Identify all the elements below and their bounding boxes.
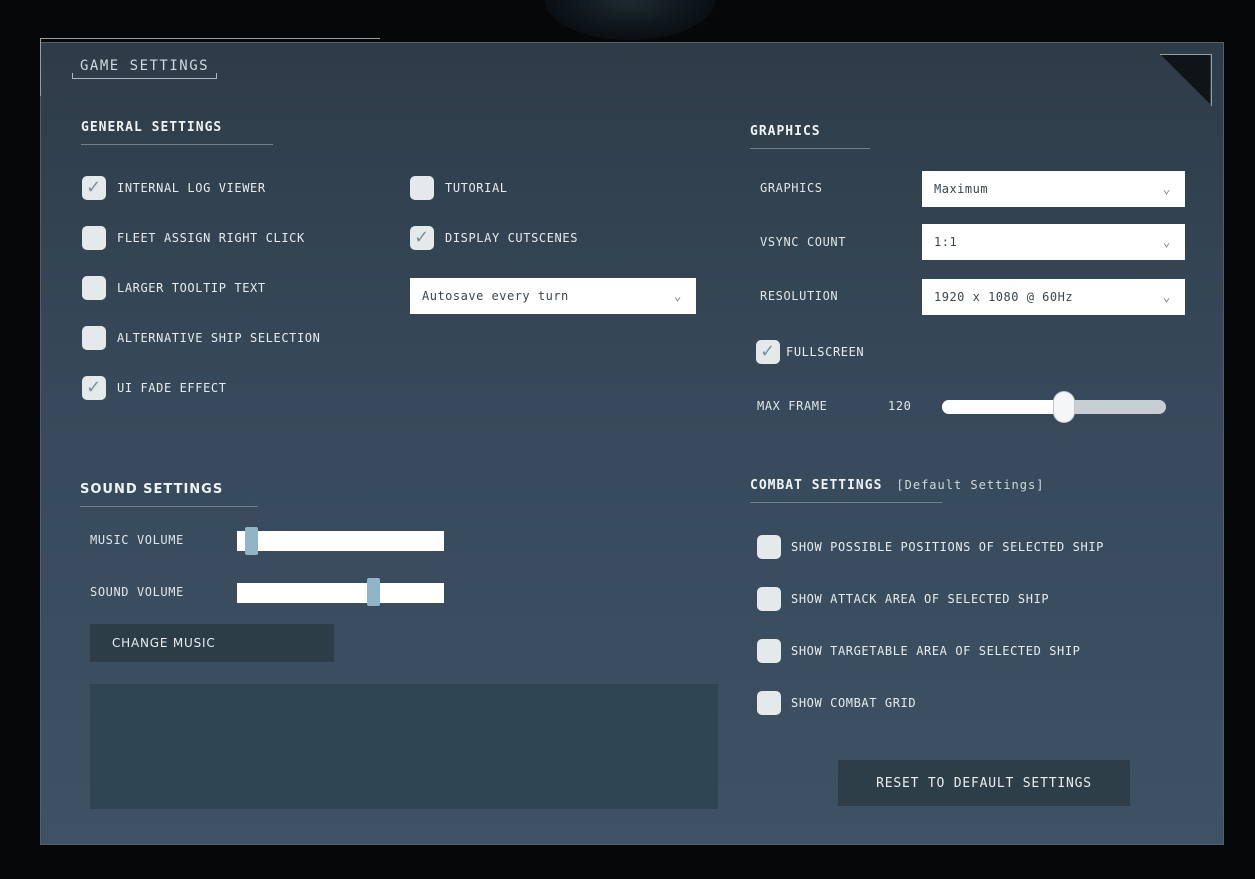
checkbox-empty-icon bbox=[82, 326, 106, 350]
checkbox-show-attack-area[interactable]: SHOW ATTACK AREA OF SELECTED SHIP bbox=[757, 587, 1049, 611]
chevron-down-icon: ⌄ bbox=[1162, 289, 1171, 305]
sound-volume-label: SOUND VOLUME bbox=[90, 585, 184, 599]
max-frame-handle[interactable] bbox=[1054, 392, 1075, 422]
checkbox-empty-icon bbox=[82, 226, 106, 250]
vsync-count-label: VSYNC COUNT bbox=[760, 235, 847, 249]
combat-settings-subtitle: [Default Settings] bbox=[896, 478, 1045, 492]
chevron-down-icon: ⌄ bbox=[673, 288, 682, 304]
combat-settings-heading: COMBAT SETTINGS [Default Settings] bbox=[750, 478, 1044, 503]
checkbox-label: SHOW POSSIBLE POSITIONS OF SELECTED SHIP bbox=[791, 540, 1104, 554]
vsync-count-value: 1:1 bbox=[934, 235, 958, 249]
checkbox-label: FLEET ASSIGN RIGHT CLICK bbox=[117, 231, 305, 245]
sound-volume-slider[interactable] bbox=[237, 583, 444, 603]
general-settings-title: GENERAL SETTINGS bbox=[81, 120, 223, 135]
music-volume-handle[interactable] bbox=[244, 527, 258, 555]
checkbox-label: TUTORIAL bbox=[445, 181, 508, 195]
checkbox-empty-icon bbox=[757, 587, 781, 611]
section-rule bbox=[750, 502, 942, 503]
checkbox-label: INTERNAL LOG VIEWER bbox=[117, 181, 266, 195]
checkbox-larger-tooltip-text[interactable]: LARGER TOOLTIP TEXT bbox=[82, 276, 266, 300]
corner-frame bbox=[1160, 54, 1212, 106]
checkbox-label: SHOW ATTACK AREA OF SELECTED SHIP bbox=[791, 592, 1050, 606]
checkbox-display-cutscenes[interactable]: ✓ DISPLAY CUTSCENES bbox=[410, 226, 578, 250]
checkbox-empty-icon bbox=[757, 639, 781, 663]
checkbox-empty-icon bbox=[757, 535, 781, 559]
sound-volume-handle[interactable] bbox=[366, 578, 380, 606]
resolution-label: RESOLUTION bbox=[760, 289, 839, 303]
checkbox-empty-icon bbox=[757, 691, 781, 715]
section-rule bbox=[81, 144, 273, 145]
general-settings-heading: GENERAL SETTINGS bbox=[81, 120, 273, 145]
resolution-dropdown[interactable]: 1920 x 1080 @ 60Hz ⌄ bbox=[922, 279, 1185, 315]
checkbox-label: FULLSCREEN bbox=[786, 345, 865, 359]
graphics-quality-label: GRAPHICS bbox=[760, 181, 823, 195]
section-rule bbox=[80, 506, 258, 507]
music-volume-slider[interactable] bbox=[237, 531, 444, 551]
checkmark-icon: ✓ bbox=[410, 226, 434, 250]
autosave-value: Autosave every turn bbox=[422, 289, 569, 303]
combat-settings-title: COMBAT SETTINGS bbox=[750, 478, 883, 493]
window-title: GAME SETTINGS bbox=[72, 58, 218, 79]
graphics-quality-dropdown[interactable]: Maximum ⌄ bbox=[922, 171, 1185, 207]
graphics-title: GRAPHICS bbox=[750, 124, 821, 139]
autosave-dropdown[interactable]: Autosave every turn ⌄ bbox=[410, 278, 696, 314]
max-frame-label: MAX FRAME bbox=[757, 399, 828, 413]
chevron-down-icon: ⌄ bbox=[1162, 234, 1171, 250]
music-volume-label: MUSIC VOLUME bbox=[90, 533, 184, 547]
checkbox-label: SHOW COMBAT GRID bbox=[791, 696, 917, 710]
checkbox-label: SHOW TARGETABLE AREA OF SELECTED SHIP bbox=[791, 644, 1081, 658]
checkbox-label: UI FADE EFFECT bbox=[117, 381, 227, 395]
checkmark-icon: ✓ bbox=[756, 340, 780, 364]
checkbox-empty-icon bbox=[410, 176, 434, 200]
change-music-button[interactable]: CHANGE MUSIC bbox=[90, 624, 334, 662]
top-glow bbox=[545, 0, 715, 40]
checkbox-label: DISPLAY CUTSCENES bbox=[445, 231, 579, 245]
checkmark-icon: ✓ bbox=[82, 176, 106, 200]
checkbox-label: LARGER TOOLTIP TEXT bbox=[117, 281, 266, 295]
checkbox-empty-icon bbox=[82, 276, 106, 300]
checkbox-alternative-ship-selection[interactable]: ALTERNATIVE SHIP SELECTION bbox=[82, 326, 320, 350]
checkbox-internal-log-viewer[interactable]: ✓ INTERNAL LOG VIEWER bbox=[82, 176, 266, 200]
resolution-value: 1920 x 1080 @ 60Hz bbox=[934, 290, 1074, 304]
sound-settings-heading: SOUND SETTINGS bbox=[80, 482, 258, 507]
checkbox-fleet-assign-right-click[interactable]: FLEET ASSIGN RIGHT CLICK bbox=[82, 226, 305, 250]
reset-default-settings-button[interactable]: RESET TO DEFAULT SETTINGS bbox=[838, 760, 1130, 806]
graphics-quality-value: Maximum bbox=[934, 182, 989, 196]
checkbox-ui-fade-effect[interactable]: ✓ UI FADE EFFECT bbox=[82, 376, 227, 400]
section-rule bbox=[750, 148, 870, 149]
sound-settings-title: SOUND SETTINGS bbox=[80, 482, 224, 497]
checkbox-tutorial[interactable]: TUTORIAL bbox=[410, 176, 508, 200]
graphics-heading: GRAPHICS bbox=[750, 124, 870, 149]
checkbox-fullscreen[interactable]: ✓ FULLSCREEN bbox=[756, 340, 864, 364]
chevron-down-icon: ⌄ bbox=[1162, 181, 1171, 197]
checkbox-label: ALTERNATIVE SHIP SELECTION bbox=[117, 331, 321, 345]
checkbox-show-possible-positions[interactable]: SHOW POSSIBLE POSITIONS OF SELECTED SHIP bbox=[757, 535, 1104, 559]
log-viewer-area bbox=[90, 684, 718, 809]
checkmark-icon: ✓ bbox=[82, 376, 106, 400]
max-frame-value: 120 bbox=[888, 399, 912, 413]
vsync-count-dropdown[interactable]: 1:1 ⌄ bbox=[922, 224, 1185, 260]
checkbox-show-combat-grid[interactable]: SHOW COMBAT GRID bbox=[757, 691, 916, 715]
checkbox-show-targetable-area[interactable]: SHOW TARGETABLE AREA OF SELECTED SHIP bbox=[757, 639, 1081, 663]
max-frame-fill bbox=[942, 400, 1066, 414]
